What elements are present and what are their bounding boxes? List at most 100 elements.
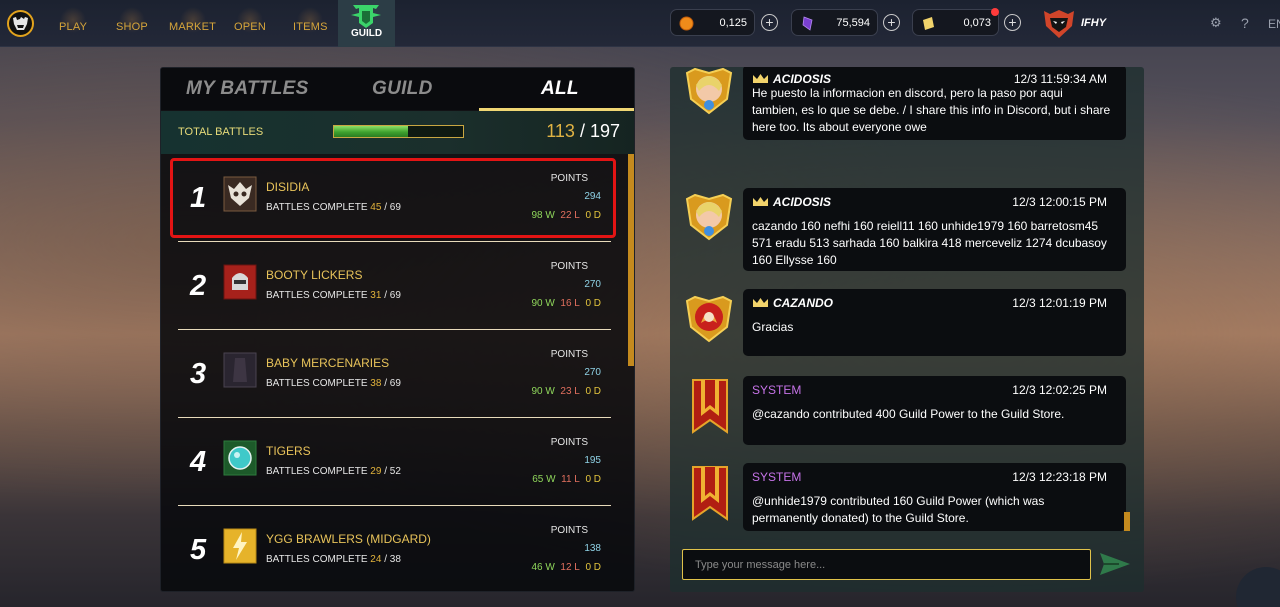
wins: 90 W	[531, 298, 555, 309]
notification-dot	[991, 8, 999, 16]
guild-name[interactable]: DISIDIA	[266, 180, 309, 194]
points-value: 270	[584, 367, 601, 378]
banner-icon	[692, 379, 728, 434]
ranking-row[interactable]: 4 TIGERS BATTLES COMPLETE 29 / 52 POINTS…	[178, 418, 611, 506]
draws: 0 D	[585, 210, 601, 221]
message-bubble: SYSTEM 12/3 12:23:18 PM @unhide1979 cont…	[743, 463, 1126, 531]
floating-action-bubble[interactable]	[1236, 567, 1280, 607]
win-loss-record: 90 W 23 L 0 D	[532, 386, 602, 397]
nav-open-label: OPEN	[234, 21, 266, 33]
battles-complete-label: BATTLES COMPLETE	[266, 378, 368, 389]
add-credits-button[interactable]: +	[761, 14, 778, 31]
wins: 46 W	[531, 562, 555, 573]
tab-all[interactable]: ALL	[541, 78, 579, 100]
message-author[interactable]: CAZANDO	[752, 296, 833, 310]
guild-name[interactable]: BOOTY LICKERS	[266, 268, 362, 282]
add-voucher-button[interactable]: +	[1004, 14, 1021, 31]
ranking-row[interactable]: 5 YGG BRAWLERS (MIDGARD) BATTLES COMPLET…	[178, 506, 611, 591]
credits-value: 0,125	[719, 17, 747, 29]
battles-separator: /	[574, 121, 590, 141]
guild-name[interactable]: TIGERS	[266, 444, 311, 458]
losses: 23 L	[560, 386, 580, 397]
points-value: 195	[584, 455, 601, 466]
splinterlands-logo-icon[interactable]	[7, 10, 34, 37]
crown-icon	[753, 74, 768, 83]
list-scrollbar[interactable]	[628, 154, 634, 366]
guild-ranking-list: 1 DISIDIA BATTLES COMPLETE 45 / 69 POINT…	[161, 154, 634, 591]
elf-avatar-icon	[685, 67, 733, 115]
win-loss-record: 90 W 16 L 0 D	[532, 298, 602, 309]
tab-my-battles[interactable]: MY BATTLES	[186, 78, 309, 100]
elf-avatar-icon	[685, 193, 733, 241]
points-label: POINTS	[550, 525, 588, 536]
battles-panel: MY BATTLES GUILD ALL TOTAL BATTLES 113 /…	[160, 67, 635, 592]
nav-market[interactable]: MARKET	[169, 7, 216, 33]
author-name: ACIDOSIS	[773, 195, 832, 209]
battles-complete-count: 45	[370, 202, 382, 213]
help-icon[interactable]: ?	[1241, 15, 1249, 31]
rank-number: 3	[190, 358, 207, 390]
message-author: SYSTEM	[752, 383, 802, 397]
battles-complete: BATTLES COMPLETE 38 / 69	[266, 378, 401, 389]
credits-balance: 0,125	[670, 9, 755, 36]
points-label: POINTS	[550, 173, 588, 184]
ranking-row[interactable]: 2 BOOTY LICKERS BATTLES COMPLETE 31 / 69…	[178, 242, 611, 330]
helmet-emblem-icon	[223, 264, 257, 300]
ranking-row[interactable]: 1 DISIDIA BATTLES COMPLETE 45 / 69 POINT…	[170, 154, 616, 242]
message-bubble: ACIDOSIS 12/3 11:59:34 AM He puesto la i…	[743, 67, 1126, 140]
win-loss-record: 46 W 12 L 0 D	[532, 562, 602, 573]
wins: 65 W	[532, 474, 556, 485]
message-bubble: SYSTEM 12/3 12:02:25 PM @cazando contrib…	[743, 376, 1126, 445]
voucher-balance: 0,073	[912, 9, 999, 36]
points-value: 138	[584, 543, 601, 554]
guild-name[interactable]: YGG BRAWLERS (MIDGARD)	[266, 532, 431, 546]
message-author[interactable]: ACIDOSIS	[752, 195, 831, 209]
send-arrow-icon[interactable]	[1099, 551, 1131, 577]
draws: 0 D	[585, 474, 601, 485]
nav-guild[interactable]: GUILD	[338, 0, 395, 47]
win-loss-record: 98 W 22 L 0 D	[532, 210, 602, 221]
battles-complete-count: 24	[370, 554, 382, 565]
message-text: @cazando contributed 400 Guild Power to …	[752, 407, 1065, 421]
battles-complete-total: 52	[389, 466, 401, 477]
settings-gear-icon[interactable]: ⚙	[1210, 15, 1222, 31]
battles-done: 113	[546, 121, 575, 141]
chat-message-input[interactable]	[682, 549, 1091, 580]
rank-number: 4	[190, 446, 207, 478]
total-battles-progress-bar	[333, 125, 464, 138]
message-text: Gracias	[752, 320, 794, 334]
wins: 98 W	[531, 210, 555, 221]
total-battles-label: TOTAL BATTLES	[178, 126, 264, 138]
rank-number: 5	[190, 534, 207, 566]
tab-guild[interactable]: GUILD	[372, 78, 433, 100]
nav-items[interactable]: ITEMS	[293, 7, 328, 33]
guild-banner-icon	[351, 5, 381, 28]
crown-icon	[753, 298, 768, 307]
chat-scrollbar[interactable]	[1124, 512, 1130, 531]
dec-value: 75,594	[836, 17, 870, 29]
nav-play-label: PLAY	[59, 21, 88, 33]
message-author: SYSTEM	[752, 470, 802, 484]
skull-emblem-icon	[223, 176, 257, 212]
battles-complete-label: BATTLES COMPLETE	[266, 202, 368, 213]
battles-complete-label: BATTLES COMPLETE	[266, 290, 368, 301]
nav-shop-label: SHOP	[116, 21, 148, 33]
ranking-row[interactable]: 3 BABY MERCENARIES BATTLES COMPLETE 38 /…	[178, 330, 611, 418]
losses: 16 L	[560, 298, 580, 309]
voucher-icon	[923, 17, 934, 30]
nav-play[interactable]: PLAY	[59, 7, 88, 33]
add-dec-button[interactable]: +	[883, 14, 900, 31]
user-avatar-icon[interactable]	[1042, 8, 1076, 40]
message-text: @unhide1979 contributed 160 Guild Power …	[752, 494, 1045, 525]
top-bar: PLAY SHOP MARKET OPEN ITEMS GUILD 0,125 …	[0, 0, 1280, 47]
guild-name[interactable]: BABY MERCENARIES	[266, 356, 389, 370]
dec-balance: 75,594	[791, 9, 878, 36]
battles-complete-total: 69	[389, 202, 401, 213]
message-author[interactable]: ACIDOSIS	[752, 72, 831, 86]
message-bubble: ACIDOSIS 12/3 12:00:15 PM cazando 160 ne…	[743, 188, 1126, 271]
nav-open[interactable]: OPEN	[234, 7, 266, 33]
points-label: POINTS	[550, 349, 588, 360]
nav-shop[interactable]: SHOP	[116, 7, 148, 33]
language-selector[interactable]: EN	[1268, 17, 1280, 31]
username[interactable]: IFHY	[1081, 17, 1106, 29]
